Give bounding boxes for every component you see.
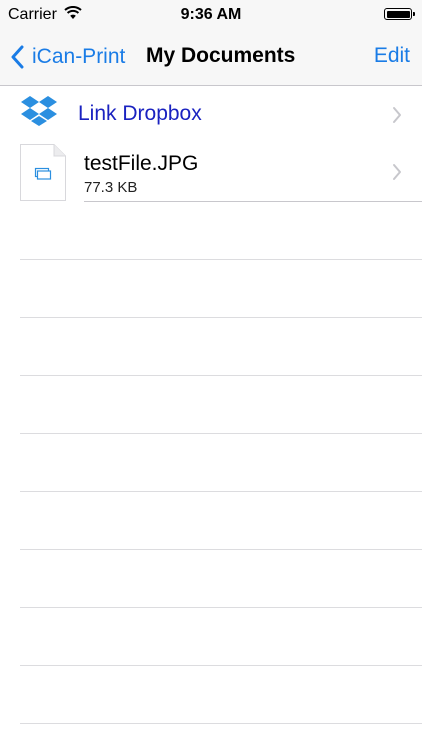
row-separator (20, 491, 422, 492)
file-name: testFile.JPG (84, 152, 199, 175)
page-title: My Documents (146, 44, 296, 67)
row-separator (20, 433, 422, 434)
row-separator (20, 317, 422, 318)
clock: 9:36 AM (180, 6, 242, 23)
back-label: iCan-Print (32, 45, 126, 68)
chevron-right-icon (393, 107, 401, 123)
document-icon (20, 144, 66, 201)
status-bar: Carrier 9:36 AM (0, 0, 422, 30)
link-dropbox-row[interactable]: Link Dropbox (0, 86, 422, 144)
file-size: 77.3 KB (84, 179, 138, 196)
back-button[interactable]: iCan-Print (10, 41, 125, 73)
row-separator (20, 375, 422, 376)
row-divider (84, 201, 422, 202)
chevron-left-icon (11, 45, 24, 69)
battery-icon (384, 8, 415, 20)
chevron-right-icon (393, 164, 401, 180)
row-separator (20, 607, 422, 608)
row-separator (20, 723, 422, 724)
row-separator (20, 549, 422, 550)
row-separator (20, 259, 422, 260)
link-dropbox-label: Link Dropbox (78, 102, 202, 125)
file-row[interactable]: testFile.JPG 77.3 KB (0, 144, 422, 202)
dropbox-icon (21, 96, 57, 126)
edit-button[interactable]: Edit (374, 44, 410, 68)
row-separator (20, 665, 422, 666)
navigation-bar: iCan-Print My Documents Edit (0, 30, 422, 86)
